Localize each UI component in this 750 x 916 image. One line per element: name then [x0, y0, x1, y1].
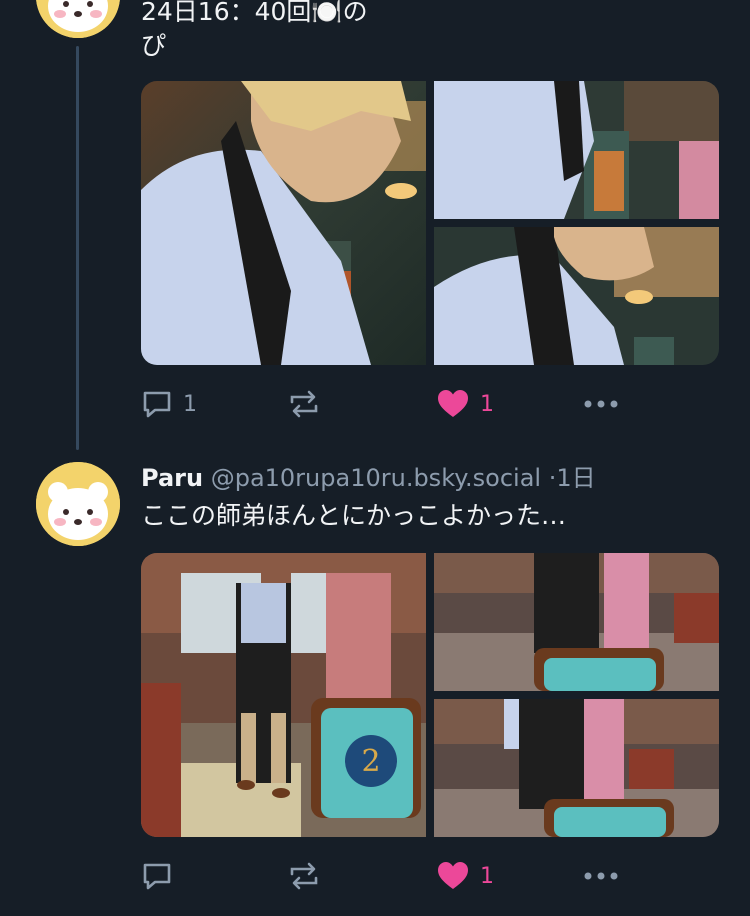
bear-avatar-icon	[36, 0, 120, 38]
post-2[interactable]: Paru @pa10rupa10ru.bsky.social ·1日 ここの師弟…	[0, 450, 750, 916]
svg-text:2: 2	[361, 744, 380, 779]
author-name[interactable]: Paru	[141, 464, 203, 492]
post-1[interactable]: 24日16：40回🍽️の ぴ 1 1	[0, 0, 750, 450]
more-button[interactable]	[583, 384, 619, 424]
heart-filled-icon	[438, 390, 468, 417]
reply-icon	[143, 391, 171, 418]
post-time[interactable]: 1日	[556, 464, 595, 492]
repost-button[interactable]	[287, 856, 321, 896]
reply-button[interactable]: 1	[141, 384, 197, 424]
post-actions: 1 1	[141, 384, 641, 424]
photo-2[interactable]	[434, 553, 719, 691]
author-handle[interactable]: @pa10rupa10ru.bsky.social	[211, 464, 541, 492]
reply-icon	[143, 863, 171, 890]
post-text-line-2: ぴ	[141, 31, 167, 60]
photo-2[interactable]	[434, 81, 719, 219]
image-grid: 2	[141, 553, 719, 837]
thread-line	[76, 46, 79, 450]
repost-icon	[290, 390, 318, 418]
photo-3[interactable]	[434, 227, 719, 365]
like-count: 1	[480, 391, 494, 417]
avatar[interactable]	[36, 0, 120, 38]
more-icon	[584, 872, 618, 880]
photo-1[interactable]: 2	[141, 553, 426, 837]
heart-filled-icon	[438, 862, 468, 889]
like-button[interactable]: 1	[436, 384, 494, 424]
photo-1[interactable]	[141, 81, 426, 365]
repost-icon	[290, 862, 318, 890]
post-actions: 1	[141, 856, 641, 896]
photo-3[interactable]	[434, 699, 719, 837]
post-meta: Paru @pa10rupa10ru.bsky.social ·1日	[141, 462, 596, 494]
more-button[interactable]	[583, 856, 619, 896]
bear-avatar-icon	[36, 462, 120, 546]
more-icon	[584, 400, 618, 408]
reply-button[interactable]	[141, 856, 183, 896]
like-button[interactable]: 1	[436, 856, 494, 896]
post-text: ここの師弟ほんとにかっこよかった…	[141, 501, 567, 530]
repost-button[interactable]	[287, 384, 321, 424]
like-count: 1	[480, 863, 494, 889]
avatar[interactable]	[36, 462, 120, 546]
image-grid	[141, 81, 719, 365]
reply-count: 1	[183, 391, 197, 417]
post-text-line-1: 24日16：40回🍽️の	[141, 0, 368, 26]
